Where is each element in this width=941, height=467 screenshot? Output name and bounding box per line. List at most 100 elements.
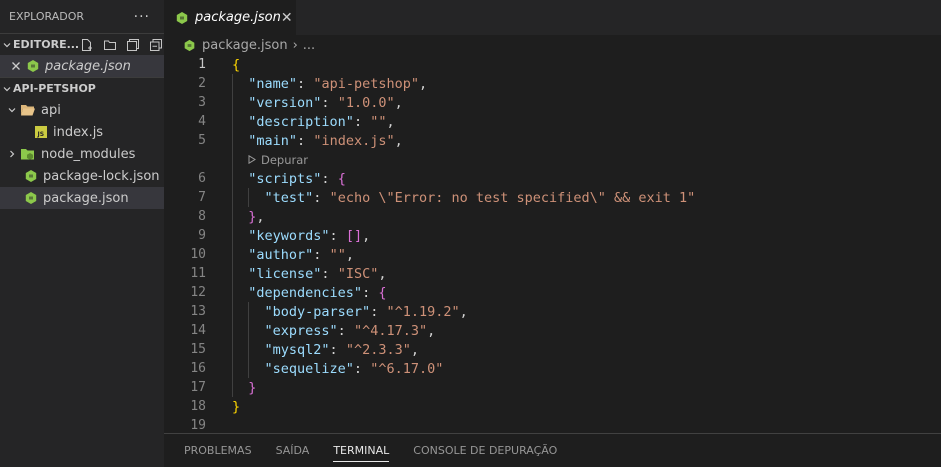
line-number: 7 [198, 190, 206, 205]
editor-tab-bar: package.json ✕ [164, 0, 941, 35]
nodejs-icon [183, 39, 196, 52]
code-line[interactable]: 14 "express": "^4.17.3", [164, 321, 941, 340]
tab-problems[interactable]: PROBLEMAS [184, 434, 252, 467]
code-line[interactable]: 16 "sequelize": "^6.17.0" [164, 359, 941, 378]
breadcrumb-separator: › [292, 37, 298, 53]
indent-guide [248, 188, 250, 207]
code-line[interactable]: 11 "license": "ISC", [164, 264, 941, 283]
code-text: "main": "index.js", [248, 132, 403, 149]
play-icon [248, 155, 256, 164]
folder-open-icon [20, 103, 36, 117]
new-folder-icon[interactable] [102, 37, 118, 53]
tree-item-label: package.json [43, 190, 129, 206]
project-section-header[interactable]: API-PETSHOP [0, 77, 164, 99]
line-number: 13 [190, 304, 206, 319]
code-line[interactable]: 1{ [164, 55, 941, 74]
tree-item-package-json[interactable]: package.json [0, 187, 164, 209]
close-icon[interactable] [6, 61, 26, 71]
breadcrumb-more[interactable]: ... [303, 38, 315, 53]
code-text: "express": "^4.17.3", [264, 322, 436, 339]
tree-item-label: package-lock.json [43, 168, 160, 184]
breadcrumb: package.json › ... [164, 35, 941, 55]
line-number: 8 [198, 209, 206, 224]
explorer-sidebar: EXPLORADOR ··· EDITORE... package.json A… [0, 0, 164, 467]
close-icon[interactable]: ✕ [281, 10, 293, 26]
line-number: 19 [190, 418, 206, 433]
nodejs-icon [175, 11, 189, 25]
line-number: 14 [190, 323, 206, 338]
tab-label: package.json [195, 10, 281, 25]
code-text: "author": "", [248, 246, 354, 263]
code-line[interactable]: 15 "mysql2": "^2.3.3", [164, 340, 941, 359]
js-file-icon: JS [34, 125, 48, 139]
save-all-icon[interactable] [125, 37, 141, 53]
line-number: 17 [190, 380, 206, 395]
folder-node-icon [20, 147, 36, 161]
code-text: "mysql2": "^2.3.3", [264, 341, 419, 358]
tab-package-json[interactable]: package.json ✕ [164, 0, 296, 35]
code-text: "name": "api-petshop", [248, 75, 428, 92]
code-line[interactable]: 4 "description": "", [164, 112, 941, 131]
open-editors-title: EDITORE... [13, 38, 80, 51]
code-line[interactable]: 10 "author": "", [164, 245, 941, 264]
chevron-down-icon [2, 84, 12, 94]
nodejs-icon [26, 59, 40, 73]
chevron-down-icon [2, 40, 12, 50]
code-line[interactable]: 3 "version": "1.0.0", [164, 93, 941, 112]
breadcrumb-file[interactable]: package.json [202, 38, 288, 53]
code-editor[interactable]: 1{2 "name": "api-petshop", 3 "version": "… [164, 55, 941, 434]
code-text: "scripts": { [248, 170, 346, 187]
explorer-title: EXPLORADOR [9, 10, 85, 23]
code-text: "test": "echo \"Error: no test specified… [264, 189, 696, 206]
code-line[interactable]: 8 }, [164, 207, 941, 226]
chevron-right-icon [4, 149, 20, 159]
new-file-icon[interactable] [79, 37, 95, 53]
code-line[interactable]: 17 } [164, 378, 941, 397]
tab-output[interactable]: SAÍDA [276, 434, 310, 467]
line-number: 12 [190, 285, 206, 300]
line-number: 4 [198, 114, 206, 129]
open-editor-item[interactable]: package.json [0, 55, 164, 77]
line-number: 2 [198, 76, 206, 91]
open-editors-section-header[interactable]: EDITORE... [0, 33, 164, 55]
tree-item-api[interactable]: api [0, 99, 164, 121]
explorer-header: EXPLORADOR ··· [0, 0, 164, 33]
more-actions-icon[interactable]: ··· [134, 9, 150, 25]
tree-item-label: index.js [53, 124, 104, 140]
code-text: "description": "", [248, 113, 395, 130]
tab-debug-console[interactable]: CONSOLE DE DEPURAÇÃO [413, 434, 557, 467]
code-text: { [232, 56, 241, 73]
line-number: 11 [190, 266, 206, 281]
tree-item-package-lock-json[interactable]: package-lock.json [0, 165, 164, 187]
debug-codelens[interactable]: Depurar [164, 150, 941, 169]
tree-item-index-js[interactable]: JS index.js [0, 121, 164, 143]
code-text: }, [248, 208, 265, 225]
code-line[interactable]: 6 "scripts": { [164, 169, 941, 188]
line-number: 9 [198, 228, 206, 243]
tree-item-node-modules[interactable]: node_modules [0, 143, 164, 165]
svg-text:JS: JS [37, 131, 45, 138]
code-text: "dependencies": { [248, 284, 387, 301]
line-number: 6 [198, 171, 206, 186]
code-line[interactable]: 12 "dependencies": { [164, 283, 941, 302]
code-line[interactable]: 2 "name": "api-petshop", [164, 74, 941, 93]
collapse-all-icon[interactable] [148, 37, 164, 53]
line-number: 15 [190, 342, 206, 357]
line-number: 10 [190, 247, 206, 262]
code-text: "sequelize": "^6.17.0" [264, 360, 444, 377]
code-text: "license": "ISC", [248, 265, 387, 282]
tab-terminal[interactable]: TERMINAL [333, 434, 389, 467]
code-line[interactable]: 13 "body-parser": "^1.19.2", [164, 302, 941, 321]
open-editor-label: package.json [45, 58, 131, 74]
chevron-down-icon [4, 105, 20, 115]
indent-guide [232, 74, 233, 397]
code-line[interactable]: 9 "keywords": [], [164, 226, 941, 245]
nodejs-icon [24, 169, 38, 183]
code-line[interactable]: 18} [164, 397, 941, 416]
line-number: 18 [190, 399, 206, 414]
code-line[interactable]: 7 "test": "echo \"Error: no test specifi… [164, 188, 941, 207]
code-line[interactable]: 5 "main": "index.js", [164, 131, 941, 150]
project-title: API-PETSHOP [13, 82, 96, 95]
code-text: } [248, 379, 257, 396]
line-number: 5 [198, 133, 206, 148]
